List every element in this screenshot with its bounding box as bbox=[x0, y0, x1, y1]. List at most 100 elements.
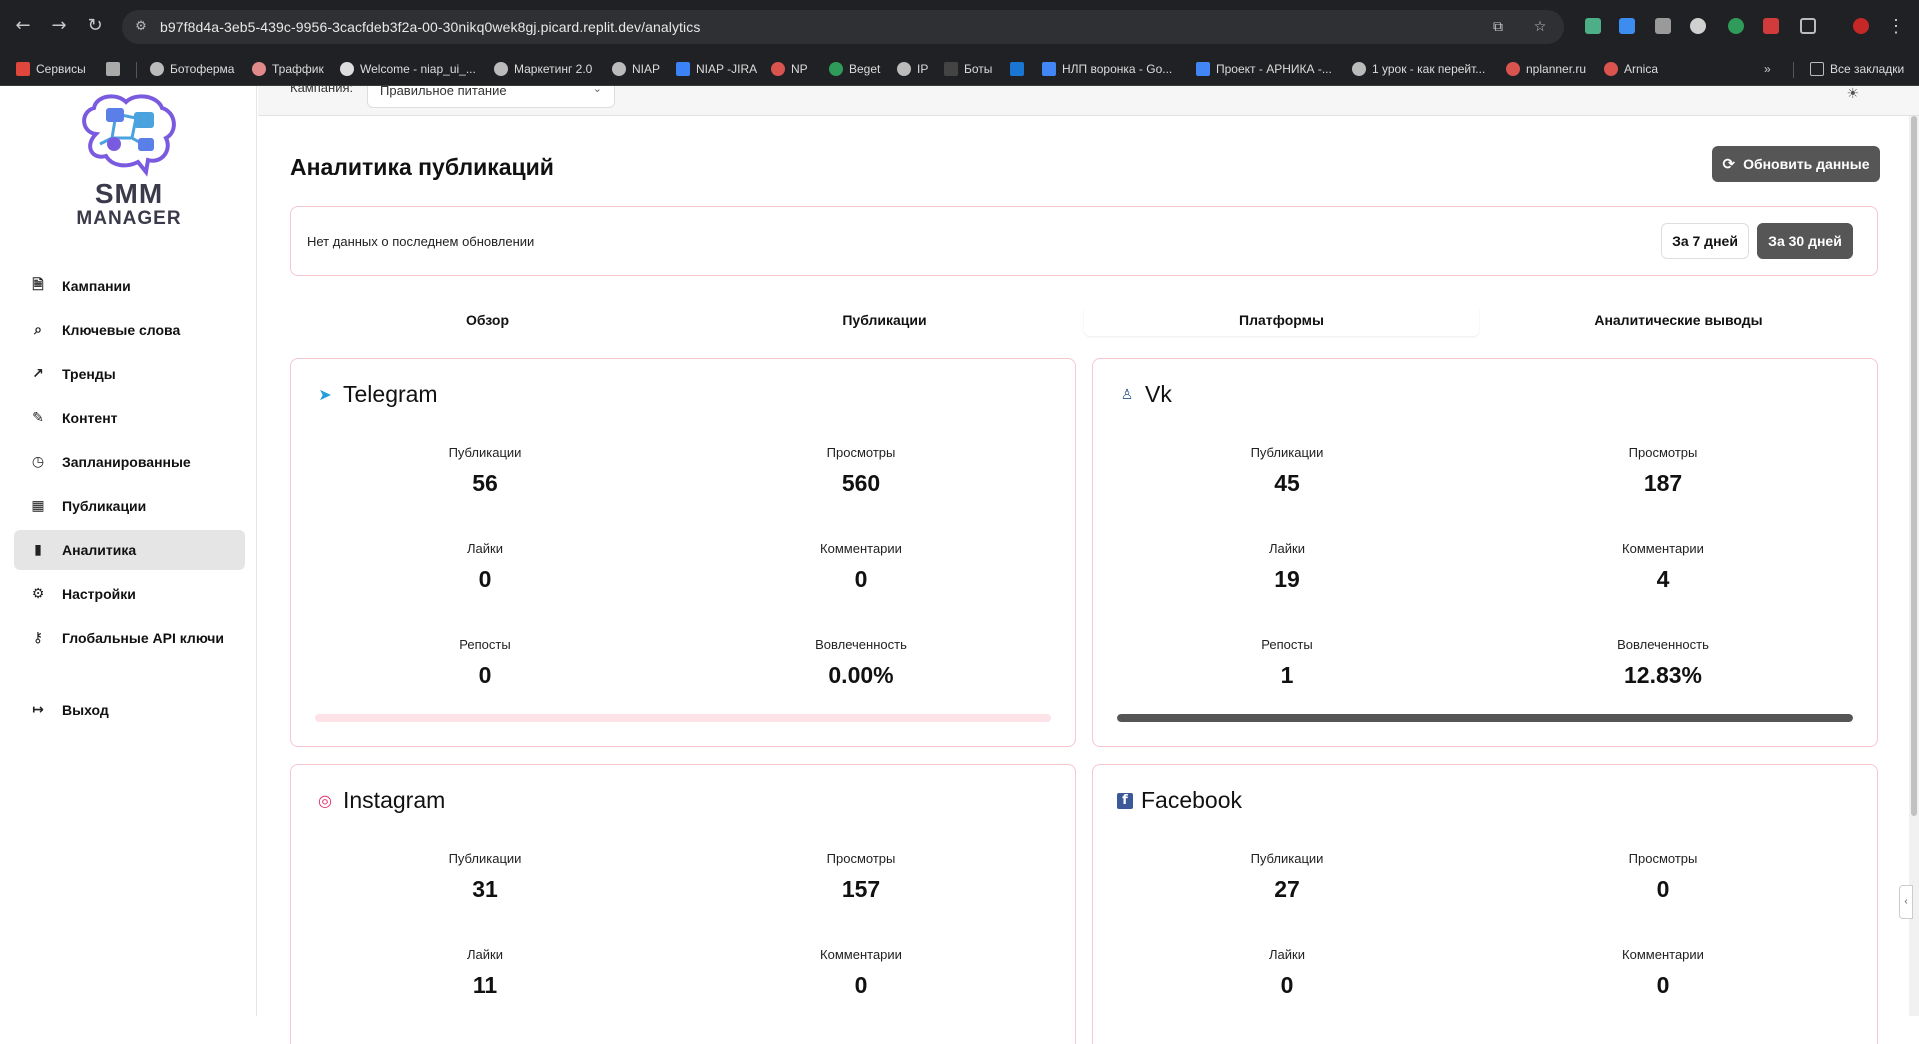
bookmark-item[interactable]: Сервисы bbox=[16, 60, 86, 78]
tab-insights[interactable]: Аналитические выводы bbox=[1481, 304, 1876, 336]
logo-text: SMM bbox=[94, 178, 164, 209]
beget-icon bbox=[829, 62, 843, 76]
bookmark-item[interactable]: NIAP -JIRA bbox=[676, 60, 757, 78]
metric-publications: Публикации 31 bbox=[448, 851, 522, 902]
extension-icon[interactable] bbox=[1619, 18, 1635, 34]
url-text[interactable]: b97f8d4a-3eb5-439c-9956-3cacfdeb3f2a-00-… bbox=[160, 19, 700, 35]
facebook-icon: f bbox=[1117, 792, 1133, 809]
site-info-icon[interactable]: ⚙ bbox=[132, 18, 150, 36]
sidebar-item-campaigns[interactable]: 🗎 Кампании bbox=[14, 266, 245, 306]
folder-icon bbox=[1810, 62, 1824, 76]
trend-icon: ↗ bbox=[32, 366, 44, 382]
bookmark-item[interactable]: nplanner.ru bbox=[1506, 60, 1586, 78]
chevron-double-right-icon[interactable]: » bbox=[1764, 60, 1771, 78]
globe-icon bbox=[494, 62, 508, 76]
metric-publications: Публикации 27 bbox=[1250, 851, 1324, 902]
instagram-icon: ◎ bbox=[318, 790, 332, 810]
clock-icon: ◷ bbox=[31, 454, 45, 470]
sidebar-item-content[interactable]: ✎ Контент bbox=[14, 398, 245, 438]
profile-avatar[interactable] bbox=[1853, 18, 1869, 34]
bookmark-item[interactable]: NIAP bbox=[612, 60, 660, 78]
period-7-button[interactable]: За 7 дней bbox=[1661, 223, 1749, 259]
page-title: Аналитика публикаций bbox=[290, 154, 554, 180]
bookmark-item[interactable]: NP bbox=[771, 60, 808, 78]
docs-icon bbox=[1042, 62, 1056, 76]
period-30-button[interactable]: За 30 дней bbox=[1757, 223, 1853, 259]
platform-card-facebook: f Facebook Публикации 27 Просмотры 0 Лайки… bbox=[1092, 764, 1878, 1044]
apps-icon bbox=[16, 62, 30, 76]
address-bar[interactable]: ⚙ b97f8d4a-3eb5-439c-9956-3cacfdeb3f2a-0… bbox=[122, 10, 1564, 44]
puzzle-icon[interactable] bbox=[1800, 18, 1816, 34]
scrollbar-thumb[interactable] bbox=[1911, 116, 1917, 816]
tab-publications[interactable]: Публикации bbox=[687, 304, 1082, 336]
metric-views: Просмотры 157 bbox=[826, 851, 896, 902]
bookmark-item[interactable]: Проект - АРНИКА -... bbox=[1196, 60, 1332, 78]
bookmark-item[interactable]: НЛП воронка - Go... bbox=[1042, 60, 1172, 78]
sidebar-item-scheduled[interactable]: ◷ Запланированные bbox=[14, 442, 245, 482]
site-icon bbox=[1506, 62, 1520, 76]
globe-icon bbox=[612, 62, 626, 76]
bookmark-item[interactable]: Траффик bbox=[252, 60, 324, 78]
campaign-select[interactable]: Правильное питание ⌄ bbox=[367, 86, 615, 108]
bookmarks-bar: Сервисы Ботоферма Траффик Welcome - niap… bbox=[0, 52, 1919, 86]
globe-icon bbox=[150, 62, 164, 76]
grid-icon[interactable] bbox=[106, 60, 126, 78]
logout-button[interactable]: ↦ Выход bbox=[14, 690, 245, 730]
reload-icon[interactable]: ↻ bbox=[84, 15, 106, 37]
scrollbar[interactable] bbox=[1909, 116, 1919, 1016]
back-icon[interactable]: ← bbox=[12, 15, 34, 37]
star-icon[interactable]: ☆ bbox=[1530, 17, 1550, 37]
metric-likes: Лайки 0 bbox=[1269, 947, 1305, 998]
analytics-tabs: Обзор Публикации Платформы Аналитические… bbox=[290, 304, 1878, 336]
trello-icon[interactable] bbox=[1010, 60, 1030, 78]
platform-card-vk: ♙ Vk Публикации 45 Просмотры 187 Лайки 19 К… bbox=[1092, 358, 1878, 747]
camera-icon[interactable] bbox=[1655, 18, 1671, 34]
extension-icon[interactable] bbox=[1728, 18, 1744, 34]
bookmark-item[interactable]: Маркетинг 2.0 bbox=[494, 60, 592, 78]
sidebar-item-api-keys[interactable]: ⚷ Глобальные API ключи bbox=[14, 618, 245, 658]
metric-views: Просмотры 187 bbox=[1628, 445, 1698, 496]
site-icon bbox=[1604, 62, 1618, 76]
metric-comments: Комментарии 0 bbox=[820, 541, 902, 592]
bookmark-item[interactable]: Ботоферма bbox=[150, 60, 234, 78]
bookmark-item[interactable]: 1 урок - как перейт... bbox=[1352, 60, 1485, 78]
tab-platforms[interactable]: Платформы bbox=[1084, 304, 1479, 336]
gear-icon: ⚙ bbox=[31, 586, 45, 602]
sidebar-item-analytics[interactable]: ▮ Аналитика bbox=[14, 530, 245, 570]
bookmark-item[interactable]: Боты bbox=[944, 60, 992, 78]
platform-card-instagram: ◎ Instagram Публикации 31 Просмотры 157 Ла… bbox=[290, 764, 1076, 1044]
divider bbox=[136, 62, 137, 78]
search-icon: ⌕ bbox=[34, 322, 42, 338]
extension-icon[interactable] bbox=[1690, 18, 1706, 34]
metric-views: Просмотры 0 bbox=[1628, 851, 1698, 902]
forward-icon[interactable]: → bbox=[48, 15, 70, 37]
metric-comments: Комментарии 0 bbox=[1622, 947, 1704, 998]
metric-engagement: Вовлеченность 12.83% bbox=[1617, 637, 1709, 688]
translate-icon[interactable]: ⧉ bbox=[1488, 17, 1508, 37]
tab-overview[interactable]: Обзор bbox=[290, 304, 685, 336]
brain-logo-icon bbox=[82, 94, 176, 177]
sidebar-item-keywords[interactable]: ⌕ Ключевые слова bbox=[14, 310, 245, 350]
extension-icon[interactable] bbox=[1763, 18, 1779, 34]
theme-toggle-icon[interactable]: ☀ bbox=[1846, 86, 1859, 102]
all-bookmarks[interactable]: Все закладки bbox=[1810, 60, 1904, 78]
metric-likes: Лайки 11 bbox=[467, 947, 503, 998]
refresh-button[interactable]: ⟳ Обновить данные bbox=[1712, 146, 1880, 182]
menu-icon[interactable]: ⋮ bbox=[1887, 15, 1905, 37]
sidebar-item-trends[interactable]: ↗ Тренды bbox=[14, 354, 245, 394]
bookmark-item[interactable]: IP bbox=[897, 60, 928, 78]
bookmark-item[interactable]: Welcome - niap_ui_... bbox=[340, 60, 476, 78]
metric-publications: Публикации 56 bbox=[448, 445, 522, 496]
sidebar-item-publications[interactable]: ▦ Публикации bbox=[14, 486, 245, 526]
metric-engagement: Вовлеченность 0.00% bbox=[815, 637, 907, 688]
bookmark-item[interactable]: Arnica bbox=[1604, 60, 1658, 78]
logo: SMM MANAGER bbox=[76, 94, 182, 232]
site-icon bbox=[944, 62, 958, 76]
globe-icon bbox=[1352, 62, 1366, 76]
refresh-icon: ⟳ bbox=[1722, 155, 1736, 173]
extension-icon[interactable] bbox=[1585, 18, 1601, 34]
logo-subtext: MANAGER bbox=[76, 208, 182, 229]
sidebar-item-settings[interactable]: ⚙ Настройки bbox=[14, 574, 245, 614]
metric-reposts: Репосты 0 bbox=[459, 637, 511, 688]
bookmark-item[interactable]: Beget bbox=[829, 60, 880, 78]
